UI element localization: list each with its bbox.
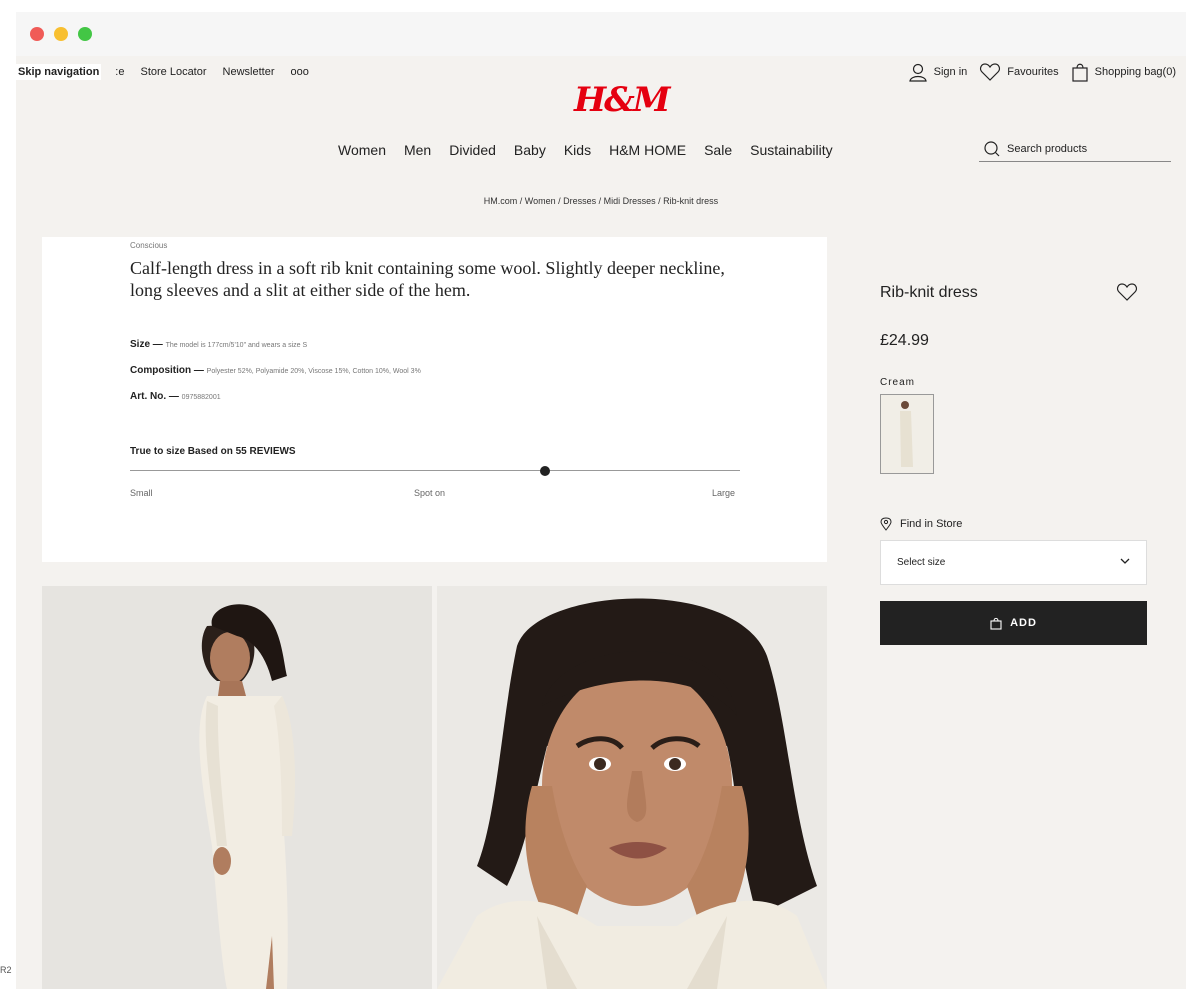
more-links-button[interactable]: ooo [291,66,309,78]
nav-women[interactable]: Women [338,142,386,158]
sign-in-label: Sign in [933,66,968,78]
article-number-label: Art. No. — [130,391,179,402]
nav-hm-home[interactable]: H&M HOME [609,142,686,158]
add-button-label: ADD [1010,617,1037,629]
hm-logo[interactable]: H&M [574,80,670,120]
favourite-heart-icon[interactable] [1116,282,1138,302]
fit-small-label: Small [130,488,153,498]
store-locator-link[interactable]: Store Locator [140,66,206,78]
close-window-button[interactable] [30,27,44,41]
fit-scale-track [130,470,740,471]
color-swatch-cream[interactable] [880,394,934,474]
model-full-length-image [42,586,432,989]
shopping-bag-link[interactable]: Shopping bag(0) [1071,62,1176,82]
swatch-dress-thumbnail [881,395,933,473]
chevron-down-icon [1120,558,1130,564]
search-field[interactable]: Search products [979,136,1171,162]
composition-spec-label: Composition — [130,365,204,376]
find-in-store-label: Find in Store [900,518,963,530]
size-select-label: Select size [897,557,946,568]
favourites-label: Favourites [1007,66,1059,78]
fit-spot-on-label: Spot on [414,488,446,498]
product-photo-full-length[interactable] [42,586,432,989]
fit-scale-marker [539,466,550,476]
corner-watermark-text: R2 [0,965,12,975]
composition-spec: Composition — Polyester 52%, Polyamide 2… [130,365,421,376]
product-title: Rib-knit dress [880,284,978,301]
search-placeholder: Search products [1007,142,1088,155]
conscious-tag: Conscious [130,241,168,250]
window-titlebar [16,12,1186,56]
browser-window: Skip navigation :e Store Locator Newslet… [16,12,1186,989]
nav-sale[interactable]: Sale [704,142,732,158]
fit-large-label: Large [712,488,736,498]
shopping-bag-icon [1072,63,1088,82]
user-icon [908,63,927,82]
location-pin-icon [880,517,892,531]
top-utility-nav: Skip navigation :e Store Locator Newslet… [16,64,325,80]
fit-reviews-link[interactable]: True to size Based on 55 REVIEWS [130,446,296,457]
find-in-store-link[interactable]: Find in Store [880,517,962,531]
model-close-up-image [437,586,827,989]
product-page: Skip navigation :e Store Locator Newslet… [16,56,1186,989]
search-icon [984,140,1000,156]
nav-sustainability[interactable]: Sustainability [750,142,833,158]
account-nav: Sign in Favourites Shopping bag(0) [896,62,1176,82]
composition-spec-value: Polyester 52%, Polyamide 20%, Viscose 15… [206,368,421,375]
article-number-spec: Art. No. — 0975882001 [130,391,221,402]
nav-kids[interactable]: Kids [564,142,591,158]
maximize-window-button[interactable] [78,27,92,41]
product-description: Conscious Calf-length dress in a soft ri… [42,237,827,562]
product-price: £24.99 [880,332,929,349]
category-nav: Women Men Divided Baby Kids H&M HOME Sal… [338,142,851,158]
size-spec-label: Size — [130,339,163,350]
size-spec: Size — The model is 177cm/5'10" and wear… [130,339,307,350]
minimize-window-button[interactable] [54,27,68,41]
sign-in-link[interactable]: Sign in [908,62,968,82]
article-number-value: 0975882001 [181,394,221,401]
favourites-link[interactable]: Favourites [979,62,1059,82]
shopping-bag-icon [990,617,1002,630]
product-photo-close-up[interactable] [437,586,827,989]
size-select[interactable]: Select size [880,540,1147,585]
heart-icon [980,63,1001,81]
nav-men[interactable]: Men [404,142,431,158]
size-spec-value: The model is 177cm/5'10" and wears a siz… [165,342,308,349]
nav-divided[interactable]: Divided [449,142,496,158]
description-lead: Calf-length dress in a soft rib knit con… [130,258,725,300]
breadcrumb[interactable]: HM.com / Women / Dresses / Midi Dresses … [16,196,1186,206]
shopping-bag-label: Shopping bag(0) [1094,66,1176,78]
nav-baby[interactable]: Baby [514,142,546,158]
newsletter-link[interactable]: Newsletter [223,66,275,78]
skip-navigation-link[interactable]: Skip navigation [16,64,102,80]
topnav-cut-link[interactable]: :e [115,66,124,78]
selected-color-label: Cream [880,377,916,388]
add-to-bag-button[interactable]: ADD [880,601,1147,645]
